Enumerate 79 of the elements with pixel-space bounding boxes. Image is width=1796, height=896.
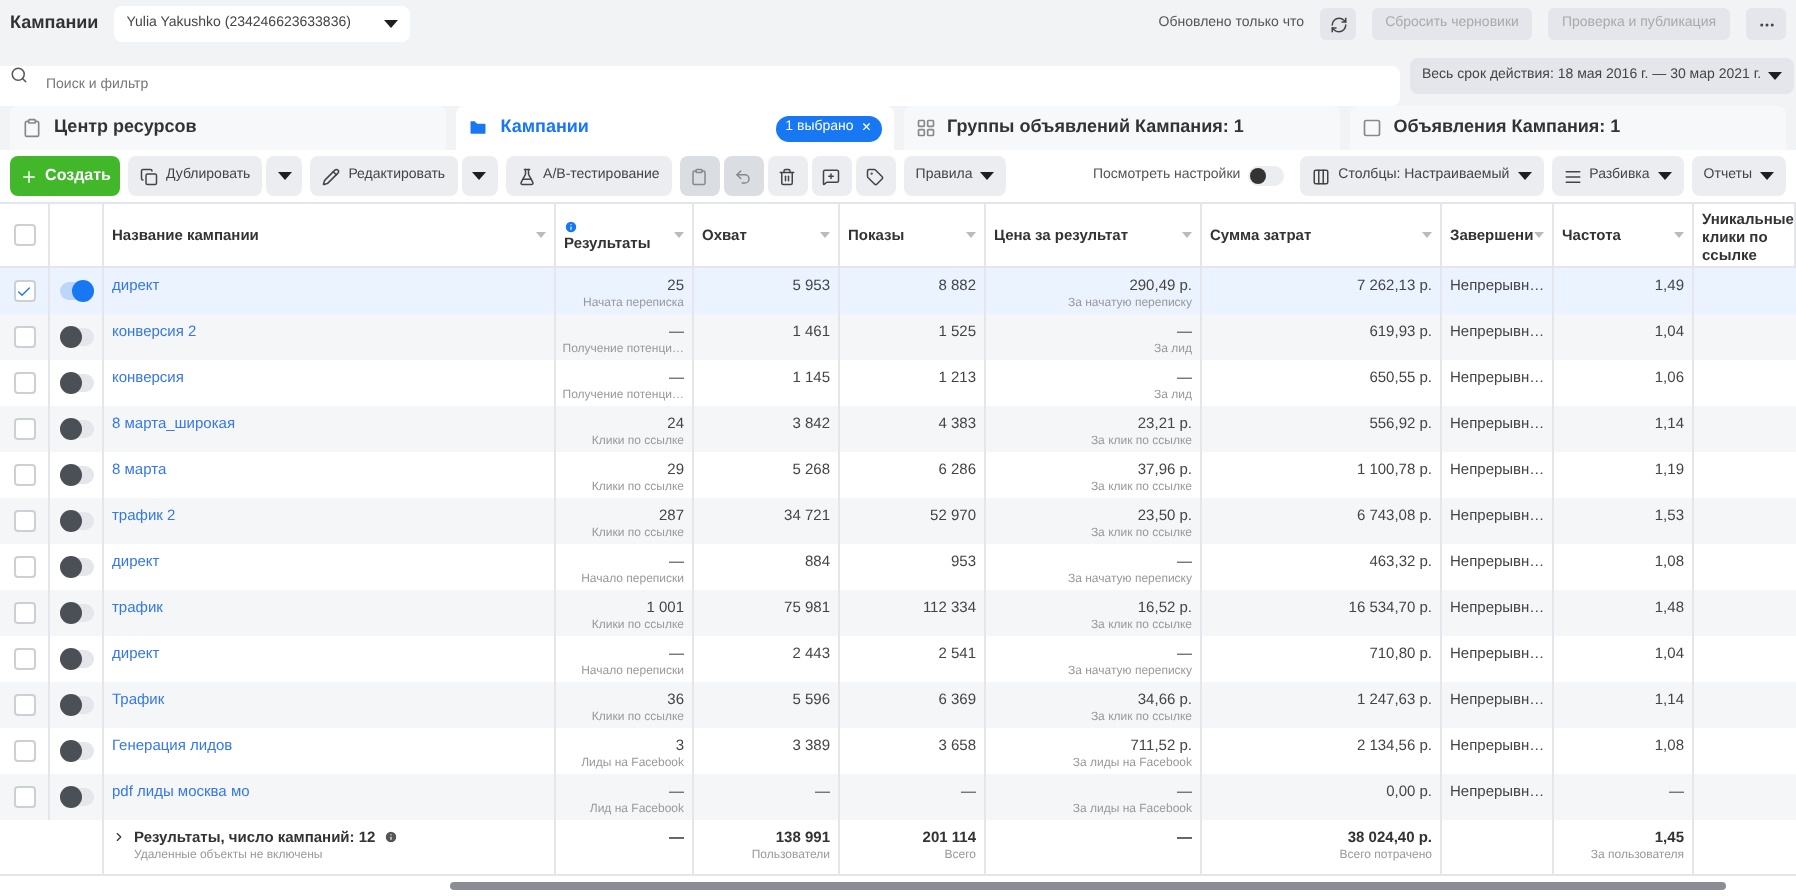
search-icon	[10, 66, 28, 84]
duplicate-menu-button[interactable]	[266, 156, 303, 196]
caret-icon	[980, 172, 995, 180]
sort-caret-icon	[536, 232, 546, 238]
tab[interactable]: Объявления Кампания: 1	[1349, 106, 1786, 150]
refresh-icon	[1329, 15, 1347, 33]
sort-caret-icon	[820, 232, 830, 238]
campaign-switch[interactable]	[59, 788, 93, 806]
expand-icon	[112, 830, 126, 845]
sort-caret-icon	[1182, 232, 1192, 238]
row-checkbox[interactable]	[13, 786, 35, 808]
tab-label: Центр ресурсов	[54, 114, 197, 141]
caret-icon	[472, 172, 487, 180]
info-icon	[383, 830, 398, 845]
campaign-switch[interactable]	[59, 742, 93, 760]
campaign-switch[interactable]	[59, 512, 93, 530]
clipboard-button[interactable]	[679, 156, 720, 196]
row-checkbox[interactable]	[13, 556, 35, 578]
trash-icon	[778, 167, 797, 185]
plus-icon	[19, 167, 38, 185]
row-checkbox[interactable]	[13, 326, 35, 348]
row-checkbox[interactable]	[13, 740, 35, 762]
scrollbar-thumb[interactable]	[450, 882, 1726, 890]
comment-icon	[822, 167, 841, 185]
campaign-switch[interactable]	[59, 282, 93, 300]
clipboard-icon	[690, 167, 709, 185]
refresh-button[interactable]	[1320, 8, 1356, 40]
tab[interactable]: Группы объявлений Кампания: 1	[903, 106, 1340, 150]
caret-icon	[1517, 172, 1532, 180]
row-checkbox[interactable]	[13, 464, 35, 486]
row-checkbox[interactable]	[13, 280, 35, 302]
caret-icon	[1760, 172, 1774, 180]
sort-caret-icon	[1422, 232, 1432, 238]
caret-icon	[277, 172, 292, 180]
row-checkbox[interactable]	[13, 418, 35, 440]
select-all-checkbox[interactable]	[13, 224, 35, 246]
campaign-switch[interactable]	[59, 604, 93, 622]
copy-icon	[140, 167, 158, 185]
sort-caret-icon	[1534, 232, 1544, 238]
row-checkbox[interactable]	[13, 602, 35, 624]
tag-icon	[866, 167, 885, 185]
caret-icon	[1657, 172, 1672, 180]
check-icon	[16, 283, 32, 299]
delete-button[interactable]	[767, 156, 808, 196]
edit-menu-button[interactable]	[461, 156, 498, 196]
sort-caret-icon	[674, 232, 684, 238]
campaign-switch[interactable]	[59, 558, 93, 576]
tag-button[interactable]	[855, 156, 896, 196]
columns-icon	[1312, 167, 1331, 185]
tab[interactable]: Центр ресурсов	[10, 106, 447, 150]
campaign-switch[interactable]	[59, 374, 93, 392]
campaign-switch[interactable]	[59, 466, 93, 484]
row-checkbox[interactable]	[13, 648, 35, 670]
pencil-icon	[322, 167, 341, 185]
campaign-switch[interactable]	[59, 696, 93, 714]
grid-icon	[915, 118, 935, 138]
tab-label: Группы объявлений Кампания: 1	[947, 114, 1244, 141]
campaign-switch[interactable]	[59, 650, 93, 668]
page-title: Кампании	[10, 10, 99, 37]
row-checkbox[interactable]	[13, 372, 35, 394]
caret-icon	[384, 20, 399, 28]
row-checkbox[interactable]	[13, 694, 35, 716]
campaign-switch[interactable]	[59, 328, 93, 346]
row-checkbox[interactable]	[13, 510, 35, 532]
tab-label: Кампании	[500, 114, 589, 141]
campaign-switch[interactable]	[59, 420, 93, 438]
caret-icon	[1768, 72, 1782, 80]
undo-icon	[734, 167, 753, 185]
sort-caret-icon	[966, 232, 976, 238]
sort-caret-icon	[1674, 232, 1684, 238]
view-settings-switch[interactable]	[1248, 166, 1285, 186]
breakdown-icon	[1563, 167, 1582, 185]
clipboard-icon	[22, 118, 42, 138]
comment-button[interactable]	[811, 156, 852, 196]
folder-icon	[468, 118, 489, 138]
square-icon	[1361, 118, 1382, 138]
close-icon[interactable]: ×	[861, 116, 871, 140]
flask-icon	[517, 167, 536, 185]
tab-label: Объявления Кампания: 1	[1393, 114, 1621, 141]
